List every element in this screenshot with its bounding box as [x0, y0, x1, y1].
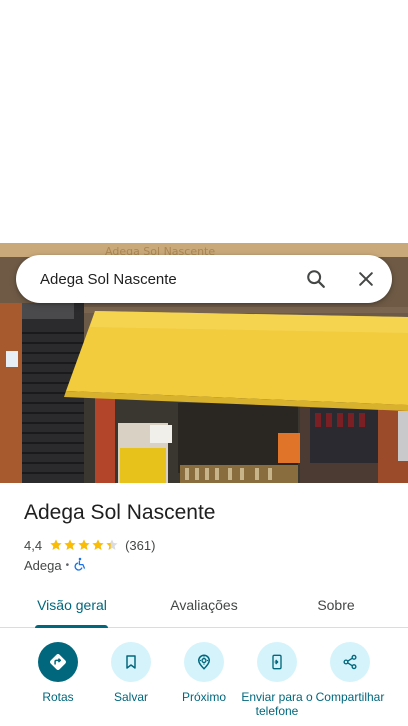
- send-to-phone-label: Enviar para o telefone: [241, 690, 313, 718]
- send-to-phone-icon: [257, 642, 297, 682]
- place-details-screen: Adega Sol Nascente Adega Sol Nascente Ad…: [0, 0, 408, 726]
- wheelchair-icon: [73, 557, 87, 574]
- directions-label: Rotas: [42, 690, 74, 704]
- star-icon: [64, 539, 76, 550]
- directions-button[interactable]: Rotas: [20, 642, 96, 704]
- tab-reviews[interactable]: Avaliações: [162, 582, 246, 628]
- rating-value: 4,4: [24, 537, 43, 553]
- save-label: Salvar: [113, 690, 148, 704]
- tab-overview[interactable]: Visão geral: [30, 582, 114, 628]
- save-button[interactable]: Salvar: [93, 642, 169, 704]
- nearby-label: Próximo: [181, 690, 226, 704]
- star-icon: [106, 539, 118, 550]
- share-button[interactable]: Compartilhar: [312, 642, 388, 704]
- search-query[interactable]: Adega Sol Nascente: [40, 271, 294, 288]
- share-icon: [330, 642, 370, 682]
- category-row: Adega •: [24, 556, 87, 574]
- separator-dot: •: [65, 559, 70, 571]
- place-category: Adega: [24, 557, 62, 573]
- nearby-button[interactable]: Próximo: [166, 642, 242, 704]
- tab-bar: Visão geral Avaliações Sobre: [0, 582, 408, 628]
- share-label: Compartilhar: [315, 690, 385, 704]
- search-icon[interactable]: [294, 257, 338, 301]
- active-tab-indicator: [35, 625, 108, 628]
- star-icon: [50, 539, 62, 550]
- rating-row[interactable]: 4,4 (361): [24, 536, 155, 554]
- rating-stars: [49, 538, 119, 552]
- place-title: Adega Sol Nascente: [24, 501, 216, 524]
- bookmark-icon: [111, 642, 151, 682]
- send-to-phone-button[interactable]: Enviar para o telefone: [239, 642, 315, 718]
- search-bar[interactable]: Adega Sol Nascente: [16, 255, 392, 303]
- nearby-icon: [184, 642, 224, 682]
- star-icon: [78, 539, 90, 550]
- review-count: (361): [125, 537, 156, 553]
- tab-about[interactable]: Sobre: [300, 582, 372, 628]
- close-icon[interactable]: [344, 257, 388, 301]
- star-icon: [92, 539, 104, 550]
- directions-icon: [38, 642, 78, 682]
